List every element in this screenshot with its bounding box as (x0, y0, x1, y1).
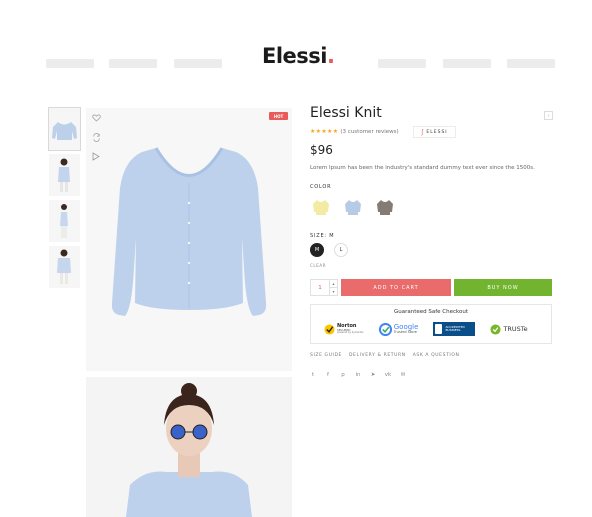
quantity-stepper[interactable]: 1 ▴ ▾ (310, 279, 338, 296)
thumbnail-model-back[interactable] (49, 246, 80, 288)
color-label: COLOR (310, 184, 332, 190)
nav-item-6[interactable] (507, 59, 555, 68)
quantity-decrease-icon[interactable]: ▾ (330, 288, 337, 295)
bbb-badge: ACCREDITED BUSINESS (433, 320, 476, 338)
product-rating: ★★★★★ (3 customer reviews) (310, 128, 399, 135)
size-options: M L (310, 243, 358, 257)
clear-link[interactable]: CLEAR (310, 263, 326, 268)
size-label: SIZE: M (310, 233, 335, 239)
add-to-cart-button[interactable]: ADD TO CART (341, 279, 451, 296)
thumbnail-list (48, 107, 81, 292)
brand-name: ELESSI (426, 129, 448, 135)
quantity-increase-icon[interactable]: ▴ (330, 280, 337, 288)
product-price: $96 (310, 143, 333, 157)
product-description: Lorem Ipsum has been the industry's stan… (310, 165, 535, 171)
bbb-business: BUSINESS (445, 328, 461, 332)
expand-icon[interactable]: › (544, 111, 553, 120)
buy-now-button[interactable]: BUY NOW (454, 279, 552, 296)
linkedin-icon[interactable]: in (354, 370, 362, 379)
truste-text: TRUSTe (503, 325, 528, 333)
swatch-taupe[interactable] (374, 195, 395, 218)
brand-logo-icon: ʃ (421, 128, 425, 136)
play-icon[interactable] (90, 150, 102, 162)
compare-icon[interactable] (90, 131, 102, 143)
star-rating: ★★★★★ (310, 128, 339, 135)
safe-checkout-title: Guaranteed Safe Checkout (393, 309, 469, 315)
nav-item-3[interactable] (174, 59, 222, 68)
thumbnail-model-front[interactable] (49, 154, 80, 196)
main-product-image[interactable] (86, 108, 292, 371)
quantity-value[interactable]: 1 (311, 280, 329, 295)
size-m-button[interactable]: M (310, 243, 324, 257)
product-title: Elessi Knit (310, 105, 382, 121)
product-links: SIZE GUIDE DELIVERY & RETURN ASK A QUEST… (310, 353, 466, 358)
google-trusted-badge: Google Trusted Store (378, 320, 418, 338)
facebook-icon[interactable]: f (324, 370, 332, 379)
color-swatches (310, 195, 406, 218)
trust-badges: Norton SECURED powered by Symantec Googl… (324, 320, 543, 338)
social-share: t f p in ➤ vk ✉ (309, 370, 414, 379)
image-action-icons (90, 112, 104, 169)
size-guide-link[interactable]: SIZE GUIDE (310, 353, 342, 358)
safe-checkout-box: Guaranteed Safe Checkout Norton SECURED … (310, 304, 552, 344)
hot-badge: HOT (269, 112, 288, 120)
swatch-blue[interactable] (342, 195, 363, 218)
pinterest-icon[interactable]: p (339, 370, 347, 379)
logo[interactable]: Elessi. (262, 44, 335, 68)
norton-by: powered by Symantec (337, 330, 364, 334)
heart-icon[interactable] (90, 112, 102, 124)
logo-text: Elessi (262, 44, 327, 68)
truste-badge: TRUSTe (490, 320, 528, 338)
model-image[interactable] (86, 377, 292, 517)
trusted-store-text: Trusted Store (393, 329, 417, 334)
thumbnail-model-side[interactable] (49, 200, 80, 242)
nav-item-1[interactable] (46, 59, 94, 68)
quantity-arrows: ▴ ▾ (329, 280, 337, 295)
size-l-button[interactable]: L (334, 243, 348, 257)
logo-dot: . (326, 44, 335, 68)
nav-item-4[interactable] (378, 59, 426, 68)
email-icon[interactable]: ✉ (399, 370, 407, 379)
twitter-icon[interactable]: t (309, 370, 317, 379)
ask-question-link[interactable]: ASK A QUESTION (413, 353, 460, 358)
telegram-icon[interactable]: ➤ (369, 370, 377, 379)
reviews-link[interactable]: (3 customer reviews) (340, 129, 398, 135)
bbb-logo-icon (435, 324, 443, 334)
norton-badge: Norton SECURED powered by Symantec (324, 320, 364, 338)
nav-item-2[interactable] (109, 59, 157, 68)
delivery-return-link[interactable]: DELIVERY & RETURN (349, 353, 406, 358)
brand-badge[interactable]: ʃ ELESSI (413, 126, 456, 138)
thumbnail-cardigan[interactable] (48, 107, 81, 151)
vk-icon[interactable]: vk (384, 370, 392, 379)
nav-item-5[interactable] (443, 59, 491, 68)
swatch-yellow[interactable] (310, 195, 331, 218)
